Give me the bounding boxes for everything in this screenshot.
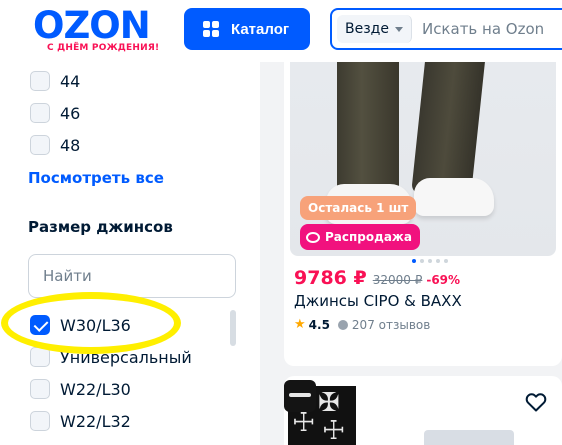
- product-image[interactable]: Осталась 1 шт Распродажа: [290, 62, 556, 256]
- jeans-size-w30-l36[interactable]: W30/L36: [30, 314, 131, 336]
- jeans-size-title: Размер джинсов: [28, 218, 173, 236]
- checkbox[interactable]: [30, 379, 50, 399]
- jeans-size-label: W22/L30: [60, 379, 131, 399]
- sale-badge-label: Распродажа: [325, 230, 412, 244]
- filter-scrollbar[interactable]: [230, 310, 236, 346]
- size-option-label: 44: [60, 71, 81, 91]
- jeans-size-label: Универсальный: [60, 347, 192, 367]
- sale-ring-icon: [306, 231, 320, 243]
- product-card[interactable]: Осталась 1 шт Распродажа 9786 ₽ 32000 ₽ …: [284, 62, 562, 366]
- size-option-48[interactable]: 48: [30, 134, 80, 156]
- top-header: OZON С ДНЁМ РОЖДЕНИЯ! Каталог Везде: [0, 0, 562, 62]
- grid-icon: [203, 21, 219, 37]
- ozon-logo[interactable]: OZON С ДНЁМ РОЖДЕНИЯ!: [33, 6, 165, 56]
- current-price: 9786 ₽: [294, 267, 367, 289]
- product-card[interactable]: ☩ ✠ ☩: [284, 376, 562, 445]
- jeans-size-label: W22/L32: [60, 411, 131, 431]
- search-scope-label: Везде: [345, 21, 389, 37]
- checkbox[interactable]: [30, 135, 50, 155]
- jeans-leg-left: [337, 62, 399, 202]
- product-image-fragment: [424, 430, 514, 445]
- jeans-size-universal[interactable]: Универсальный: [30, 346, 192, 368]
- catalog-button[interactable]: Каталог: [184, 8, 310, 50]
- catalog-button-label: Каталог: [231, 20, 290, 38]
- checkbox[interactable]: [30, 103, 50, 123]
- chevron-down-icon: [394, 26, 403, 32]
- checkbox[interactable]: [30, 347, 50, 367]
- checkbox[interactable]: [30, 71, 50, 91]
- checkbox[interactable]: [30, 411, 50, 431]
- size-option-44[interactable]: 44: [30, 70, 80, 92]
- rating-value: 4.5: [308, 317, 330, 332]
- jeans-size-w22-l30[interactable]: W22/L30: [30, 378, 131, 400]
- size-search-input[interactable]: [28, 254, 236, 298]
- heart-icon[interactable]: [524, 390, 548, 414]
- size-option-label: 48: [60, 135, 81, 155]
- search-scope-select[interactable]: Везде: [337, 15, 412, 43]
- sale-badge: Распродажа: [300, 224, 420, 250]
- product-grid: Осталась 1 шт Распродажа 9786 ₽ 32000 ₽ …: [260, 62, 562, 445]
- checkbox-checked[interactable]: [30, 315, 50, 335]
- star-icon: ★: [294, 317, 306, 332]
- size-option-46[interactable]: 46: [30, 102, 80, 124]
- filter-sidebar: 44 46 48 Посмотреть все Размер джинсов W…: [0, 62, 260, 445]
- product-title[interactable]: Джинсы CIPO & BAXX: [294, 292, 462, 310]
- logo-subtitle: С ДНЁМ РОЖДЕНИЯ!: [47, 43, 160, 53]
- image-pagination-dots[interactable]: [412, 259, 448, 263]
- price-row: 9786 ₽ 32000 ₽ -69%: [294, 267, 460, 289]
- sneaker-right: [414, 178, 494, 216]
- discount-percent: -69%: [426, 273, 461, 287]
- reviews-icon: [337, 319, 348, 330]
- stock-badge: Осталась 1 шт: [300, 196, 417, 220]
- jeans-size-label: W30/L36: [60, 315, 131, 335]
- jeans-size-w22-l32[interactable]: W22/L32: [30, 410, 131, 432]
- show-all-link[interactable]: Посмотреть все: [28, 169, 164, 187]
- rating-row: ★ 4.5 207 отзывов: [294, 317, 430, 332]
- search-bar: Везде: [330, 8, 562, 50]
- size-option-label: 46: [60, 103, 81, 123]
- reviews-count[interactable]: 207 отзывов: [352, 318, 430, 332]
- search-input[interactable]: [421, 20, 562, 38]
- brand-thumbnail[interactable]: [284, 380, 316, 412]
- logo-wordmark: OZON: [33, 4, 151, 47]
- jeans-leg-right: [411, 62, 485, 194]
- old-price: 32000 ₽: [372, 273, 423, 287]
